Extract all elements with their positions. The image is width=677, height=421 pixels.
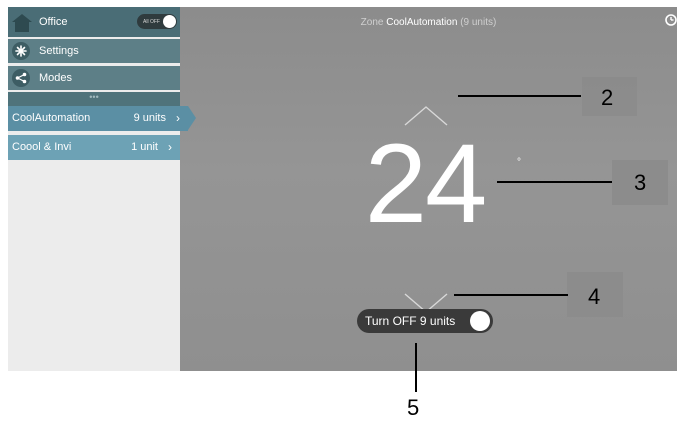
clock-icon[interactable] bbox=[665, 14, 677, 26]
chevron-right-icon: › bbox=[168, 140, 172, 154]
house-icon bbox=[12, 14, 32, 32]
callout-number: 4 bbox=[588, 284, 601, 309]
zone-name: CoolAutomation bbox=[12, 112, 91, 124]
all-off-toggle[interactable]: All OFF bbox=[137, 14, 177, 29]
zone-title: Zone CoolAutomation (9 units) bbox=[180, 17, 677, 28]
sidebar-item-modes[interactable]: Modes bbox=[8, 66, 180, 90]
callout-number: 3 bbox=[634, 170, 647, 195]
sidebar-item-label: Settings bbox=[39, 45, 79, 57]
zone-units: 1 unit bbox=[131, 141, 158, 153]
zone-name: Coool & Invi bbox=[12, 141, 72, 153]
all-off-label: All OFF bbox=[143, 19, 160, 25]
temperature-value: 24 bbox=[364, 121, 488, 246]
gear-icon bbox=[12, 42, 30, 60]
zone-title-prefix: Zone bbox=[360, 17, 384, 28]
chevron-right-icon: › bbox=[176, 111, 180, 125]
zone-item-coolautomation[interactable]: CoolAutomation 9 units › bbox=[8, 106, 196, 131]
zone-title-units: (9 units) bbox=[460, 17, 497, 28]
active-arrow bbox=[188, 106, 196, 130]
toggle-knob bbox=[163, 15, 176, 28]
degree-symbol: ° bbox=[517, 157, 521, 168]
sidebar-item-label: Office bbox=[39, 16, 68, 28]
callout-number: 5 bbox=[407, 395, 420, 420]
callout-number: 2 bbox=[601, 85, 614, 110]
more-indicator[interactable]: ••• bbox=[8, 92, 180, 106]
turn-off-label: Turn OFF 9 units bbox=[365, 314, 456, 328]
sidebar: Office All OFF Settings Modes ••• CoolAu… bbox=[8, 7, 196, 371]
zone-units: 9 units bbox=[133, 112, 166, 124]
turn-off-toggle[interactable]: Turn OFF 9 units bbox=[357, 309, 493, 333]
share-icon bbox=[12, 69, 30, 87]
zone-title-name: CoolAutomation bbox=[386, 17, 458, 28]
sidebar-item-label: Modes bbox=[39, 72, 73, 84]
zone-item-coool-invi[interactable]: Coool & Invi 1 unit › bbox=[8, 135, 180, 160]
sidebar-item-office[interactable]: Office All OFF bbox=[8, 7, 180, 37]
toggle-knob bbox=[470, 311, 490, 331]
sidebar-item-settings[interactable]: Settings bbox=[8, 39, 180, 63]
